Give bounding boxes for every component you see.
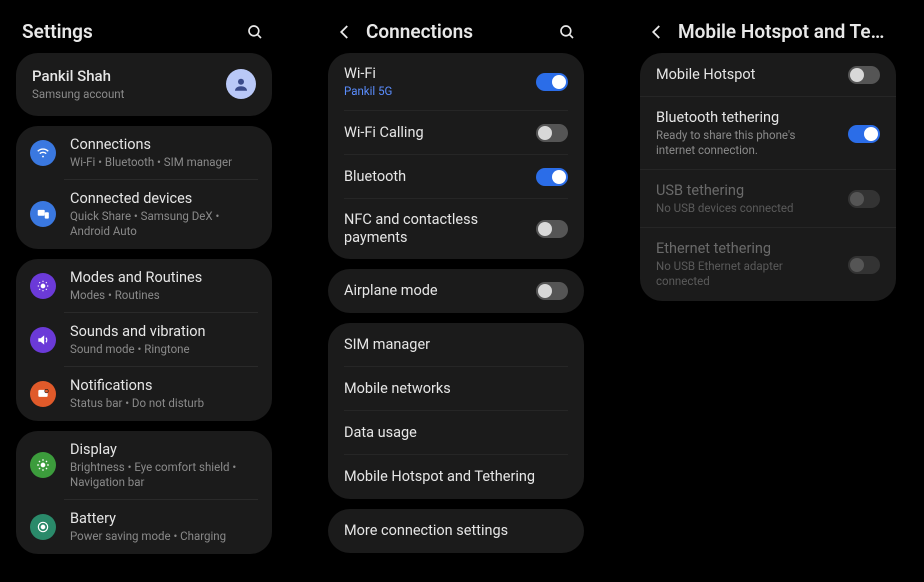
row-title: Notifications xyxy=(70,377,258,395)
settings-row[interactable]: Sounds and vibrationSound mode • Rington… xyxy=(16,313,272,367)
group-more: More connection settings xyxy=(328,509,584,553)
row-title: Connections xyxy=(70,136,258,154)
row-sub: Modes • Routines xyxy=(70,288,258,303)
page-title: Settings xyxy=(22,20,234,43)
hotspot-tether-screen: Mobile Hotspot and Tether... Mobile Hots… xyxy=(632,8,904,574)
settings-row[interactable]: Airplane mode xyxy=(328,269,584,313)
header: Mobile Hotspot and Tether... xyxy=(632,8,904,53)
settings-row[interactable]: SIM manager xyxy=(328,323,584,367)
search-icon[interactable] xyxy=(556,21,578,43)
settings-row[interactable]: NotificationsStatus bar • Do not disturb xyxy=(16,367,272,421)
display-icon xyxy=(30,452,56,478)
header: Settings xyxy=(8,8,280,53)
row-sub: No USB Ethernet adapter connected xyxy=(656,259,836,289)
toggle-switch[interactable] xyxy=(536,73,568,91)
settings-row[interactable]: DisplayBrightness • Eye comfort shield •… xyxy=(16,431,272,500)
settings-row[interactable]: BatteryPower saving mode • Charging xyxy=(16,500,272,554)
back-icon[interactable] xyxy=(646,21,668,43)
settings-row[interactable]: Data usage xyxy=(328,411,584,455)
header: Connections xyxy=(320,8,592,53)
row-title: Data usage xyxy=(344,424,568,442)
group-airplane: Airplane mode xyxy=(328,269,584,313)
row-sub: Brightness • Eye comfort shield • Naviga… xyxy=(70,460,258,490)
devices-icon xyxy=(30,201,56,227)
row-sub: Wi-Fi • Bluetooth • SIM manager xyxy=(70,155,258,170)
row-title: Mobile Hotspot xyxy=(656,66,836,84)
row-title: Battery xyxy=(70,510,258,528)
row-title: Bluetooth xyxy=(344,168,524,186)
battery-icon xyxy=(30,514,56,540)
settings-row[interactable]: More connection settings xyxy=(328,509,584,553)
settings-row[interactable]: ConnectionsWi-Fi • Bluetooth • SIM manag… xyxy=(16,126,272,180)
row-sub: Ready to share this phone's internet con… xyxy=(656,128,836,158)
row-title: Display xyxy=(70,441,258,459)
connections-screen: Connections Wi-FiPankil 5G Wi-Fi Calling B… xyxy=(320,8,592,574)
row-title: Ethernet tethering xyxy=(656,240,836,258)
settings-row[interactable]: Mobile Hotspot xyxy=(640,53,896,97)
settings-row[interactable]: Wi-FiPankil 5G xyxy=(328,53,584,111)
settings-row[interactable]: Mobile Hotspot and Tethering xyxy=(328,455,584,499)
row-sub: Quick Share • Samsung DeX • Android Auto xyxy=(70,209,258,239)
row-title: Bluetooth tethering xyxy=(656,109,836,127)
account-name: Pankil Shah xyxy=(32,67,212,86)
notif-icon xyxy=(30,381,56,407)
row-sub: No USB devices connected xyxy=(656,201,836,216)
row-title: NFC and contactless payments xyxy=(344,211,524,247)
row-title: Wi-Fi xyxy=(344,65,524,83)
row-title: Mobile networks xyxy=(344,380,568,398)
toggle-switch[interactable] xyxy=(536,220,568,238)
row-title: Wi-Fi Calling xyxy=(344,124,524,142)
toggle-switch xyxy=(848,190,880,208)
group-connections: ConnectionsWi-Fi • Bluetooth • SIM manag… xyxy=(16,126,272,249)
account-sub: Samsung account xyxy=(32,87,212,102)
toggle-switch[interactable] xyxy=(536,124,568,142)
group-sim: SIM manager Mobile networks Data usage Mobi… xyxy=(328,323,584,499)
back-icon[interactable] xyxy=(334,21,356,43)
group-wifi: Wi-FiPankil 5G Wi-Fi Calling Bluetooth NFC … xyxy=(328,53,584,259)
page-title: Mobile Hotspot and Tether... xyxy=(678,20,890,43)
toggle-switch[interactable] xyxy=(848,66,880,84)
toggle-switch[interactable] xyxy=(848,125,880,143)
settings-screen: Settings Pankil Shah Samsung account Con… xyxy=(8,8,280,574)
row-sub: Power saving mode • Charging xyxy=(70,529,258,544)
row-title: Airplane mode xyxy=(344,282,524,300)
row-title: More connection settings xyxy=(344,522,568,540)
modes-icon xyxy=(30,273,56,299)
settings-row[interactable]: Wi-Fi Calling xyxy=(328,111,584,155)
settings-row[interactable]: Bluetooth tetheringReady to share this p… xyxy=(640,97,896,170)
row-sub: Status bar • Do not disturb xyxy=(70,396,258,411)
settings-row[interactable]: Mobile networks xyxy=(328,367,584,411)
row-title: Mobile Hotspot and Tethering xyxy=(344,468,568,486)
row-title: Sounds and vibration xyxy=(70,323,258,341)
toggle-switch[interactable] xyxy=(536,168,568,186)
page-title: Connections xyxy=(366,20,546,43)
settings-row[interactable]: Modes and RoutinesModes • Routines xyxy=(16,259,272,313)
toggle-switch[interactable] xyxy=(536,282,568,300)
row-title: Modes and Routines xyxy=(70,269,258,287)
row-title: Connected devices xyxy=(70,190,258,208)
settings-row[interactable]: Bluetooth xyxy=(328,155,584,199)
group-modes: Modes and RoutinesModes • RoutinesSounds… xyxy=(16,259,272,421)
group-tethering: Mobile Hotspot Bluetooth tetheringReady t… xyxy=(640,53,896,301)
settings-row[interactable]: Connected devicesQuick Share • Samsung D… xyxy=(16,180,272,249)
wifi-icon xyxy=(30,140,56,166)
settings-row[interactable]: USB tetheringNo USB devices connected xyxy=(640,170,896,228)
row-sub: Sound mode • Ringtone xyxy=(70,342,258,357)
row-sub: Pankil 5G xyxy=(344,84,524,99)
avatar-icon[interactable] xyxy=(226,69,256,99)
row-title: USB tethering xyxy=(656,182,836,200)
group-display: DisplayBrightness • Eye comfort shield •… xyxy=(16,431,272,554)
settings-row[interactable]: Ethernet tetheringNo USB Ethernet adapte… xyxy=(640,228,896,301)
settings-row[interactable]: NFC and contactless payments xyxy=(328,199,584,259)
account-card[interactable]: Pankil Shah Samsung account xyxy=(16,53,272,116)
search-icon[interactable] xyxy=(244,21,266,43)
sound-icon xyxy=(30,327,56,353)
toggle-switch xyxy=(848,256,880,274)
row-title: SIM manager xyxy=(344,336,568,354)
